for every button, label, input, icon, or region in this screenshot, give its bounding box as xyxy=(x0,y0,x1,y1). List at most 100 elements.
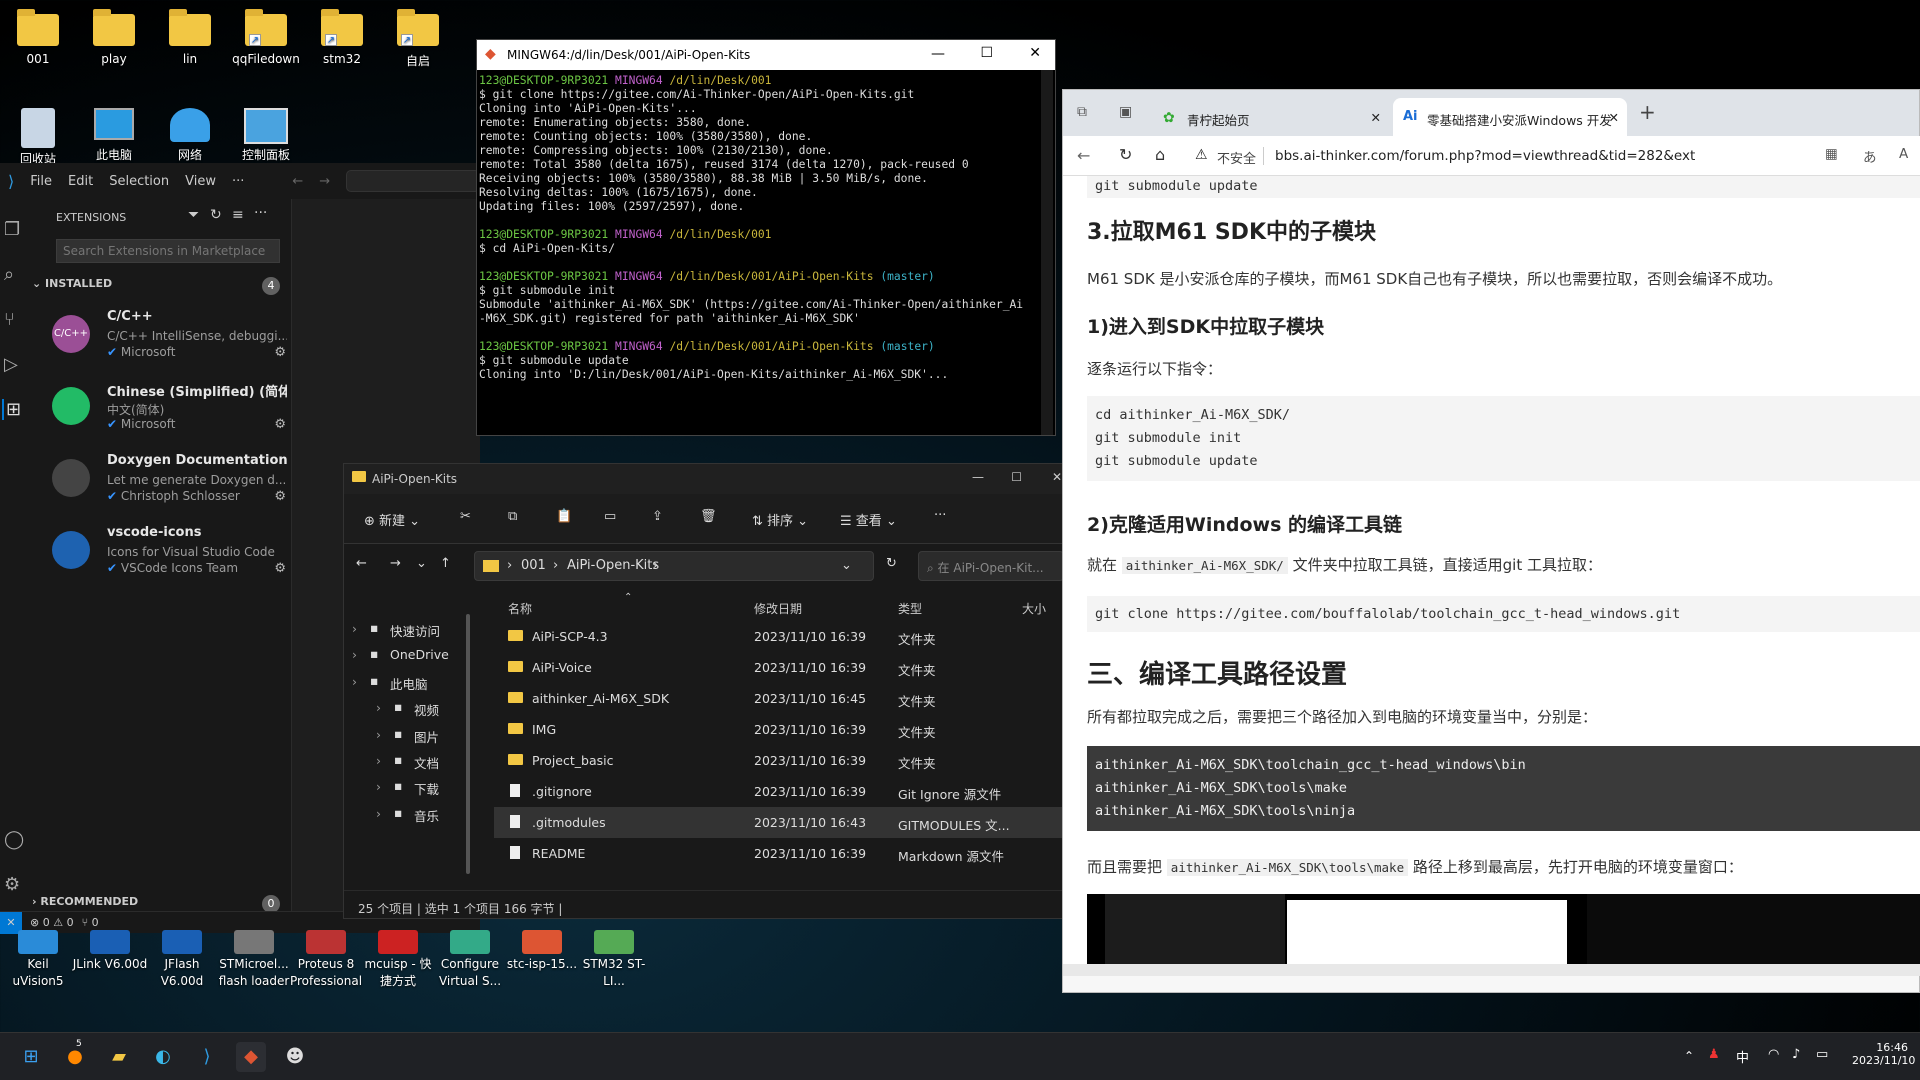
desktop-folder-2[interactable]: lin xyxy=(152,9,228,66)
recent-chevron-icon[interactable]: ⌄ xyxy=(416,556,427,571)
source-control-icon[interactable]: ⑂ xyxy=(4,309,15,330)
ime-indicator[interactable]: 中 xyxy=(1736,1047,1749,1066)
extension-item[interactable]: vscode-icons Icons for Visual Studio Code… xyxy=(52,521,292,591)
delete-icon[interactable]: 🗑 xyxy=(700,509,717,524)
tray-overflow-icon[interactable]: ⌃ xyxy=(1684,1049,1694,1063)
menu-more[interactable]: ··· xyxy=(232,174,244,189)
file-row[interactable]: IMG 2023/11/10 16:39 文件夹 xyxy=(494,714,1064,745)
desktop-shortcut[interactable]: STM32 ST-LI... xyxy=(576,930,652,990)
menu-file[interactable]: File xyxy=(30,174,52,189)
close-icon[interactable]: ✕ xyxy=(1052,470,1062,484)
explorer-icon[interactable]: ❐ xyxy=(4,219,20,240)
mascot-taskbar-icon[interactable]: ☻ xyxy=(280,1042,310,1072)
extension-item[interactable]: Chinese (Simplified) (简体... 中文(简体) ✔ Micro… xyxy=(52,377,292,447)
ports-status[interactable]: ⑂ 0 xyxy=(82,916,99,929)
maximize-icon[interactable]: ☐ xyxy=(1011,470,1022,484)
run-debug-icon[interactable]: ▷ xyxy=(4,354,18,375)
desktop-folder-4[interactable]: ↗ stm32 xyxy=(304,9,380,66)
start-icon[interactable]: ⊞ xyxy=(16,1042,46,1072)
close-tab-icon[interactable]: ✕ xyxy=(1371,110,1381,125)
home-icon[interactable]: ⌂ xyxy=(1155,145,1165,164)
file-row[interactable]: AiPi-Voice 2023/11/10 16:39 文件夹 xyxy=(494,652,1064,683)
desktop-shortcut[interactable]: Proteus 8 Professional xyxy=(288,930,364,990)
new-button[interactable]: ⊕ 新建 ⌄ xyxy=(364,510,420,529)
edge-taskbar-icon[interactable]: ◐ xyxy=(148,1042,178,1072)
col-type[interactable]: 类型 xyxy=(898,600,922,617)
translate-icon[interactable]: A xyxy=(1899,146,1908,162)
refresh-icon[interactable]: ↻ xyxy=(210,207,222,223)
sort-button[interactable]: ⇅ 排序 ⌄ xyxy=(752,510,808,529)
close-icon[interactable]: ✕ xyxy=(1029,45,1041,61)
refresh-icon[interactable]: ↻ xyxy=(886,556,897,571)
battery-icon[interactable]: ▭ xyxy=(1816,1047,1828,1062)
share-icon[interactable]: ⇪ xyxy=(652,509,663,524)
file-row[interactable]: AiPi-SCP-4.3 2023/11/10 16:39 文件夹 xyxy=(494,621,1064,652)
recommended-section[interactable]: › RECOMMENDED xyxy=(32,895,138,908)
terminal-output[interactable]: 123@DESKTOP-9RP3021 MINGW64 /d/lin/Desk/… xyxy=(477,70,1055,386)
desktop-shortcut[interactable]: Keil uVision5 xyxy=(0,930,76,990)
col-name[interactable]: 名称 xyxy=(508,600,532,617)
col-date[interactable]: 修改日期 xyxy=(754,600,802,617)
installed-section[interactable]: ⌄ INSTALLED xyxy=(32,277,112,290)
menu-selection[interactable]: Selection xyxy=(109,174,169,189)
new-tab-icon[interactable]: + xyxy=(1639,100,1656,124)
more-icon[interactable]: ··· xyxy=(934,508,946,523)
explorer-search-input[interactable]: ⌕ 在 AiPi-Open-Kit... xyxy=(918,551,1064,581)
tab-forum[interactable]: Ai 零基础搭建小安派Windows 开发 ✕ xyxy=(1393,98,1627,136)
extension-item[interactable]: C/C++ C/C++ C/C++ IntelliSense, debuggi...… xyxy=(52,305,292,375)
view-button[interactable]: ☰ 查看 ⌄ xyxy=(840,510,897,529)
desktop-shortcut[interactable]: Configure Virtual S... xyxy=(432,930,508,990)
nav-scrollbar[interactable] xyxy=(466,614,470,874)
this-pc-icon[interactable]: 此电脑 xyxy=(76,108,152,163)
vscode-taskbar-icon[interactable]: ⟩ xyxy=(192,1042,222,1072)
control-panel-icon[interactable]: 控制面板 xyxy=(228,108,304,163)
file-explorer-taskbar-icon[interactable]: ▰ xyxy=(104,1042,134,1072)
forward-arrow-icon[interactable]: → xyxy=(319,174,330,189)
terminal-scrollbar[interactable] xyxy=(1041,70,1053,435)
clear-icon[interactable]: ≡ xyxy=(232,207,244,223)
search-icon[interactable]: ⌕ xyxy=(4,264,14,285)
breadcrumb-aipi[interactable]: AiPi-Open-Kits xyxy=(567,558,659,573)
extension-item[interactable]: Doxygen Documentation ... Let me generate… xyxy=(52,449,292,519)
manage-gear-icon[interactable]: ⚙ xyxy=(274,489,286,504)
paste-icon[interactable]: 📋 xyxy=(556,509,572,524)
wifi-icon[interactable]: ◠ xyxy=(1768,1047,1779,1062)
file-row[interactable]: .gitmodules 2023/11/10 16:43 GITMODULES 文.… xyxy=(494,807,1064,838)
menu-view[interactable]: View xyxy=(185,174,216,189)
minimize-icon[interactable]: — xyxy=(931,46,945,62)
close-tab-icon[interactable]: ✕ xyxy=(1609,110,1619,125)
desktop-shortcut[interactable]: STMicroel... flash loader xyxy=(216,930,292,990)
desktop-folder-3[interactable]: ↗ qqFiledown xyxy=(228,9,304,66)
manage-gear-icon[interactable]: ⚙ xyxy=(274,417,286,432)
breadcrumb-001[interactable]: 001 xyxy=(521,558,546,573)
read-aloud-icon[interactable]: あ xyxy=(1863,146,1877,166)
desktop-shortcut[interactable]: JLink V6.00d xyxy=(72,930,148,973)
cut-icon[interactable]: ✂ xyxy=(460,509,471,524)
tab-actions-icon[interactable]: ▣ xyxy=(1119,104,1132,120)
horizontal-scrollbar[interactable] xyxy=(1063,964,1920,976)
desktop-shortcut[interactable]: JFlash V6.00d xyxy=(144,930,220,990)
tab-homepage[interactable]: ✿ 青柠起始页 ✕ xyxy=(1153,98,1389,136)
file-row[interactable]: .gitignore 2023/11/10 16:39 Git Ignore 源文件 xyxy=(494,776,1064,807)
nav-item-music[interactable]: › ▪ 音乐 xyxy=(344,799,474,829)
file-row[interactable]: aithinker_Ai-M6X_SDK 2023/11/10 16:45 文件夹 xyxy=(494,683,1064,714)
warning-icon[interactable]: ⚠ xyxy=(1195,147,1208,163)
extensions-search-input[interactable] xyxy=(56,239,280,263)
weather-icon[interactable]: ● xyxy=(60,1042,90,1072)
desktop-folder-1[interactable]: play xyxy=(76,9,152,66)
filter-icon[interactable]: ⏷ xyxy=(188,207,199,223)
recycle-bin-icon[interactable]: 回收站 xyxy=(0,108,76,167)
col-size[interactable]: 大小 xyxy=(1022,600,1046,617)
back-arrow-icon[interactable]: ← xyxy=(292,174,303,189)
git-bash-taskbar-icon[interactable]: ◆ xyxy=(236,1042,266,1072)
command-center[interactable] xyxy=(346,170,480,192)
forward-arrow-icon[interactable]: → xyxy=(390,556,401,571)
clock[interactable]: 16:46 2023/11/10 xyxy=(1852,1041,1915,1067)
back-arrow-icon[interactable]: ← xyxy=(1077,146,1090,165)
chevron-down-icon[interactable]: ⌄ xyxy=(841,558,852,573)
url-field[interactable]: bbs.ai-thinker.com/forum.php?mod=viewthr… xyxy=(1275,148,1695,164)
maximize-icon[interactable]: ☐ xyxy=(980,45,993,61)
desktop-shortcut[interactable]: mcuisp - 快捷方式 xyxy=(360,930,436,990)
insecure-label[interactable]: 不安全 xyxy=(1217,148,1256,167)
network-icon[interactable]: 网络 xyxy=(152,108,228,163)
